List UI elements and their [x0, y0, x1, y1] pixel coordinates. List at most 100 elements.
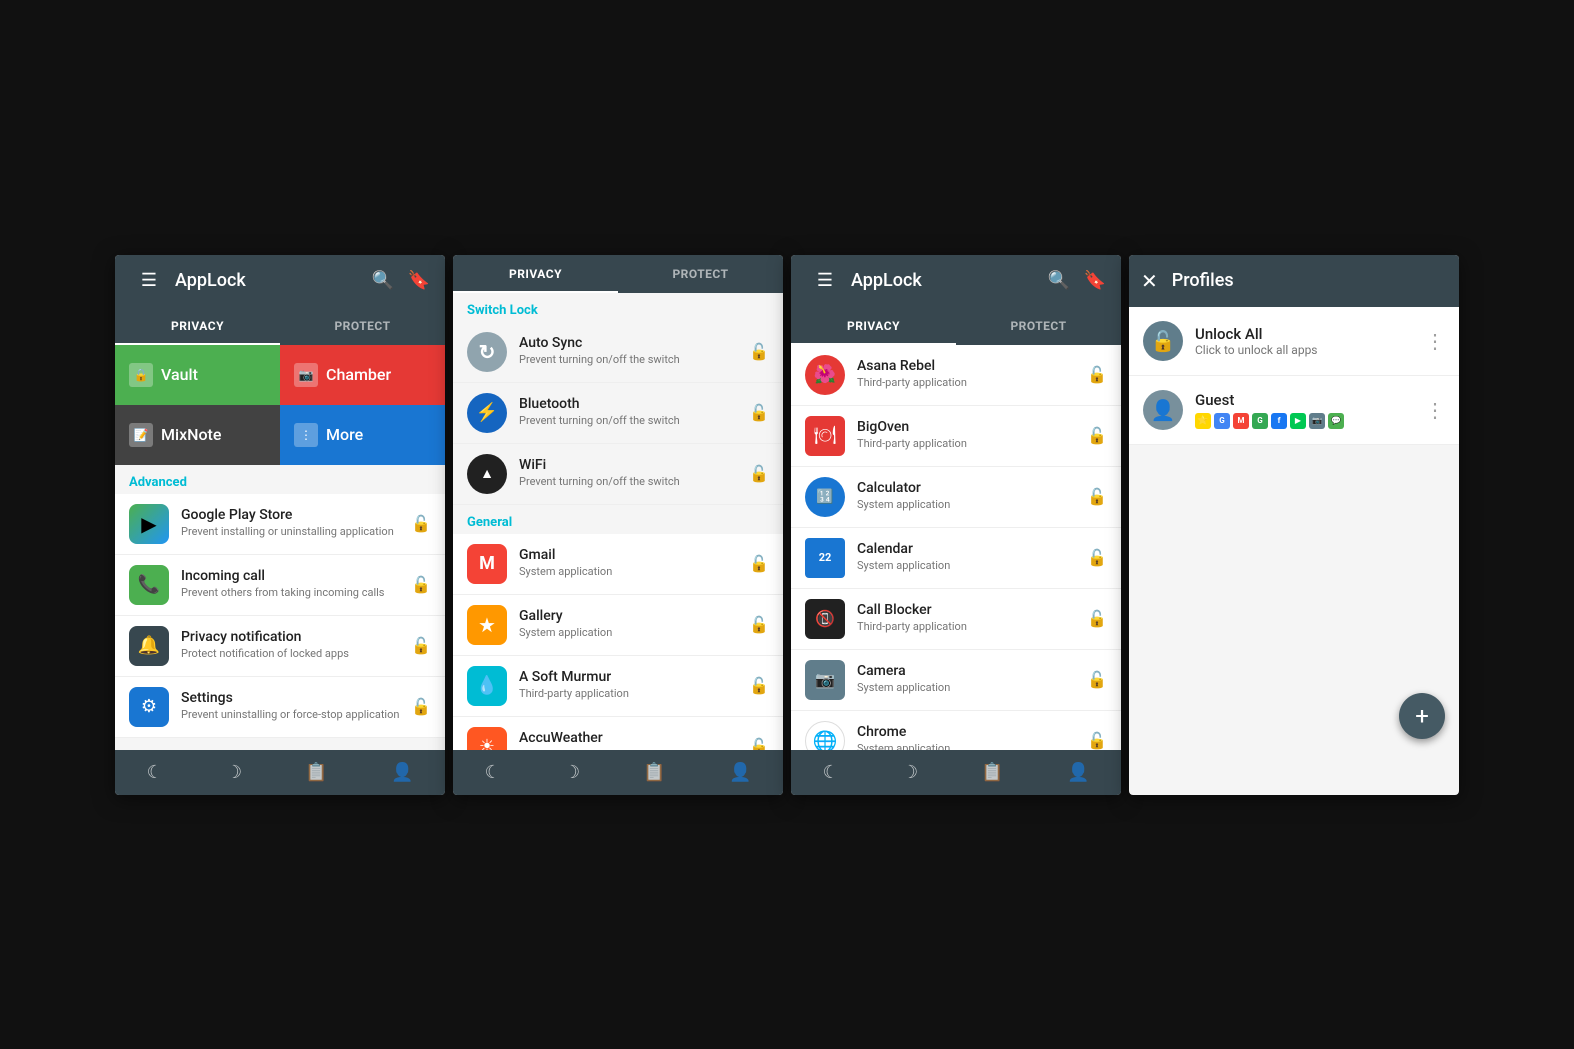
list-item[interactable]: ⚡ Bluetooth Prevent turning on/off the s… — [453, 383, 783, 444]
list-item[interactable]: 📵 Call Blocker Third-party application 🔓 — [791, 589, 1121, 650]
profile-sub: Click to unlock all apps — [1195, 343, 1425, 357]
tab-privacy-3[interactable]: PRIVACY — [791, 307, 956, 345]
tab-protect-2[interactable]: PROTECT — [618, 255, 783, 293]
close-button[interactable]: ✕ — [1141, 269, 1158, 293]
screen-3: ☰ AppLock 🔍 🔖 PRIVACY PROTECT 🌺 Asana Re… — [791, 255, 1121, 795]
list-item[interactable]: 🔔 Privacy notification Protect notificat… — [115, 616, 445, 677]
list-item[interactable]: 22 Calendar System application 🔓 — [791, 528, 1121, 589]
profile-icon-1[interactable]: 🔖 — [405, 267, 433, 295]
night-icon-3[interactable]: ☾ — [815, 758, 847, 787]
app-name: Chrome — [857, 724, 1087, 740]
app-title-3: AppLock — [851, 270, 1037, 291]
profile-unlock-all[interactable]: 🔓 Unlock All Click to unlock all apps ⋮ — [1129, 307, 1459, 376]
profile-guest[interactable]: 👤 Guest ⭐ G M G f ▶ 📷 💬 ⋮ — [1129, 376, 1459, 445]
lock-icon: 🔓 — [1087, 548, 1107, 567]
list-item[interactable]: ▶ Google Play Store Prevent installing o… — [115, 494, 445, 555]
history-icon-2[interactable]: 📋 — [635, 758, 673, 787]
tab-privacy-1[interactable]: PRIVACY — [115, 307, 280, 345]
asana-icon: 🌺 — [805, 355, 845, 395]
more-btn[interactable]: ⋮ More — [280, 405, 445, 465]
app-name: Privacy notification — [181, 629, 411, 645]
content-3: 🌺 Asana Rebel Third-party application 🔓 … — [791, 345, 1121, 795]
tab-protect-3[interactable]: PROTECT — [956, 307, 1121, 345]
lock-icon: 🔓 — [749, 342, 769, 361]
app-desc: Prevent others from taking incoming call… — [181, 586, 411, 600]
mixnote-btn[interactable]: 📝 MixNote — [115, 405, 280, 465]
tab-protect-1[interactable]: PROTECT — [280, 307, 445, 345]
app-list-2b: M Gmail System application 🔓 ★ Gallery S… — [453, 534, 783, 750]
list-item[interactable]: 🔢 Calculator System application 🔓 — [791, 467, 1121, 528]
profile-more-menu[interactable]: ⋮ — [1425, 329, 1445, 353]
app-name: Calendar — [857, 541, 1087, 557]
tabs-1: PRIVACY PROTECT — [115, 307, 445, 345]
list-item[interactable]: 💧 A Soft Murmur Third-party application … — [453, 656, 783, 717]
list-item[interactable]: ▲ WiFi Prevent turning on/off the switch… — [453, 444, 783, 505]
list-item[interactable]: 🍽 BigOven Third-party application 🔓 — [791, 406, 1121, 467]
play-store-icon: ▶ — [129, 504, 169, 544]
gmail-icon: M — [467, 544, 507, 584]
timer-icon[interactable]: ☽ — [218, 758, 250, 787]
guest-icon-f: f — [1271, 413, 1287, 429]
profile-nav-icon-2[interactable]: 👤 — [721, 758, 759, 787]
bottom-nav-1: ☾ ☽ 📋 👤 — [115, 750, 445, 795]
menu-icon[interactable]: ☰ — [135, 267, 163, 295]
app-desc: Third-party application — [857, 376, 1087, 390]
night-icon[interactable]: ☾ — [139, 758, 171, 787]
app-desc: Prevent uninstalling or force-stop appli… — [181, 708, 411, 722]
app-info: Calendar System application — [857, 541, 1087, 573]
profile-nav-icon-3[interactable]: 👤 — [1059, 758, 1097, 787]
search-icon-1[interactable]: 🔍 — [369, 267, 397, 295]
list-item[interactable]: ⚙ Settings Prevent uninstalling or force… — [115, 677, 445, 738]
app-desc: Prevent turning on/off the switch — [519, 414, 749, 428]
profile-info: Unlock All Click to unlock all apps — [1195, 325, 1425, 357]
lock-icon: 🔓 — [1087, 487, 1107, 506]
lock-icon: 🔓 — [411, 514, 431, 533]
history-icon[interactable]: 📋 — [297, 758, 335, 787]
list-item[interactable]: M Gmail System application 🔓 — [453, 534, 783, 595]
night-icon-2[interactable]: ☾ — [477, 758, 509, 787]
tab-privacy-2[interactable]: PRIVACY — [453, 255, 618, 293]
app-name: Incoming call — [181, 568, 411, 584]
mixnote-icon: 📝 — [129, 423, 153, 447]
list-item[interactable]: 📞 Incoming call Prevent others from taki… — [115, 555, 445, 616]
quick-apps: 🔒 Vault 📷 Chamber 📝 MixNote ⋮ — [115, 345, 445, 465]
app-name: Google Play Store — [181, 507, 411, 523]
incoming-call-icon: 📞 — [129, 565, 169, 605]
guest-icon-play: ▶ — [1290, 413, 1306, 429]
chamber-btn[interactable]: 📷 Chamber — [280, 345, 445, 405]
profile-icon-3[interactable]: 🔖 — [1081, 267, 1109, 295]
guest-more-menu[interactable]: ⋮ — [1425, 398, 1445, 422]
add-profile-button[interactable]: + — [1399, 693, 1445, 739]
app-name: WiFi — [519, 457, 749, 473]
list-item[interactable]: 🌺 Asana Rebel Third-party application 🔓 — [791, 345, 1121, 406]
app-name: Gmail — [519, 547, 749, 563]
switch-lock-label: Switch Lock — [453, 293, 783, 322]
more-icon: ⋮ — [294, 423, 318, 447]
bluetooth-icon: ⚡ — [467, 393, 507, 433]
search-icon-3[interactable]: 🔍 — [1045, 267, 1073, 295]
calendar-icon: 22 — [805, 538, 845, 578]
profile-name-guest: Guest — [1195, 391, 1425, 409]
app-desc: Prevent turning on/off the switch — [519, 353, 749, 367]
timer-icon-3[interactable]: ☽ — [894, 758, 926, 787]
vault-btn[interactable]: 🔒 Vault — [115, 345, 280, 405]
profile-nav-icon[interactable]: 👤 — [383, 758, 421, 787]
app-name: Calculator — [857, 480, 1087, 496]
menu-icon-3[interactable]: ☰ — [811, 267, 839, 295]
list-item[interactable]: ↻ Auto Sync Prevent turning on/off the s… — [453, 322, 783, 383]
app-desc: System application — [857, 559, 1087, 573]
lock-icon: 🔓 — [1087, 365, 1107, 384]
list-item[interactable]: ☀ AccuWeather Third-party application 🔓 — [453, 717, 783, 750]
list-item[interactable]: 📷 Camera System application 🔓 — [791, 650, 1121, 711]
list-item[interactable]: 🌐 Chrome System application 🔓 — [791, 711, 1121, 750]
quick-row-2: 📝 MixNote ⋮ More — [115, 405, 445, 465]
app-desc: System application — [519, 626, 749, 640]
history-icon-3[interactable]: 📋 — [973, 758, 1011, 787]
quick-row-1: 🔒 Vault 📷 Chamber — [115, 345, 445, 405]
calculator-icon: 🔢 — [805, 477, 845, 517]
list-item[interactable]: ★ Gallery System application 🔓 — [453, 595, 783, 656]
app-info: Google Play Store Prevent installing or … — [181, 507, 411, 539]
timer-icon-2[interactable]: ☽ — [556, 758, 588, 787]
app-name: Asana Rebel — [857, 358, 1087, 374]
lock-icon: 🔓 — [749, 676, 769, 695]
